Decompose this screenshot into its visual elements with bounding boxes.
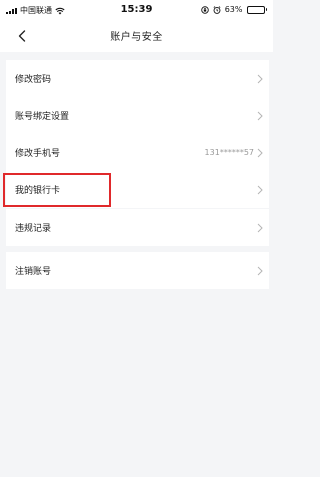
alarm-icon <box>213 5 221 14</box>
status-bar: 中国联通 15:39 63% <box>0 0 273 20</box>
navigation-bar: 账户与安全 <box>0 20 273 52</box>
violation-records-item[interactable]: 违规记录 <box>6 209 269 246</box>
chevron-right-icon <box>257 111 263 120</box>
rotation-lock-icon <box>200 5 209 14</box>
settings-group-cancel: 注销账号 <box>6 252 269 289</box>
list-item-label: 修改密码 <box>15 75 52 85</box>
battery-percent: 63% <box>224 5 243 14</box>
cancel-account-item[interactable]: 注销账号 <box>6 252 269 289</box>
list-item-label: 注销账号 <box>15 267 52 277</box>
status-bar-right: 63% <box>200 5 267 14</box>
chevron-right-icon <box>257 223 263 232</box>
list-item-label: 账号绑定设置 <box>15 112 70 122</box>
chevron-right-icon <box>257 74 263 83</box>
change-phone-item[interactable]: 修改手机号 131******57 <box>6 134 269 171</box>
phone-number-value: 131******57 <box>204 148 254 157</box>
settings-group-violations: 违规记录 <box>6 209 269 246</box>
list-item-label: 我的银行卡 <box>15 186 61 196</box>
list-item-label: 违规记录 <box>15 224 52 234</box>
my-bank-card-item[interactable]: 我的银行卡 <box>6 171 269 208</box>
chevron-right-icon <box>257 148 263 157</box>
change-password-item[interactable]: 修改密码 <box>6 60 269 97</box>
battery-icon <box>246 5 267 14</box>
chevron-right-icon <box>257 266 263 275</box>
page-title: 账户与安全 <box>110 32 163 43</box>
settings-group-account: 修改密码 账号绑定设置 修改手机号 131******57 我的银行卡 <box>6 60 269 208</box>
list-item-label: 修改手机号 <box>15 149 61 159</box>
account-binding-item[interactable]: 账号绑定设置 <box>6 97 269 134</box>
chevron-right-icon <box>257 185 263 194</box>
